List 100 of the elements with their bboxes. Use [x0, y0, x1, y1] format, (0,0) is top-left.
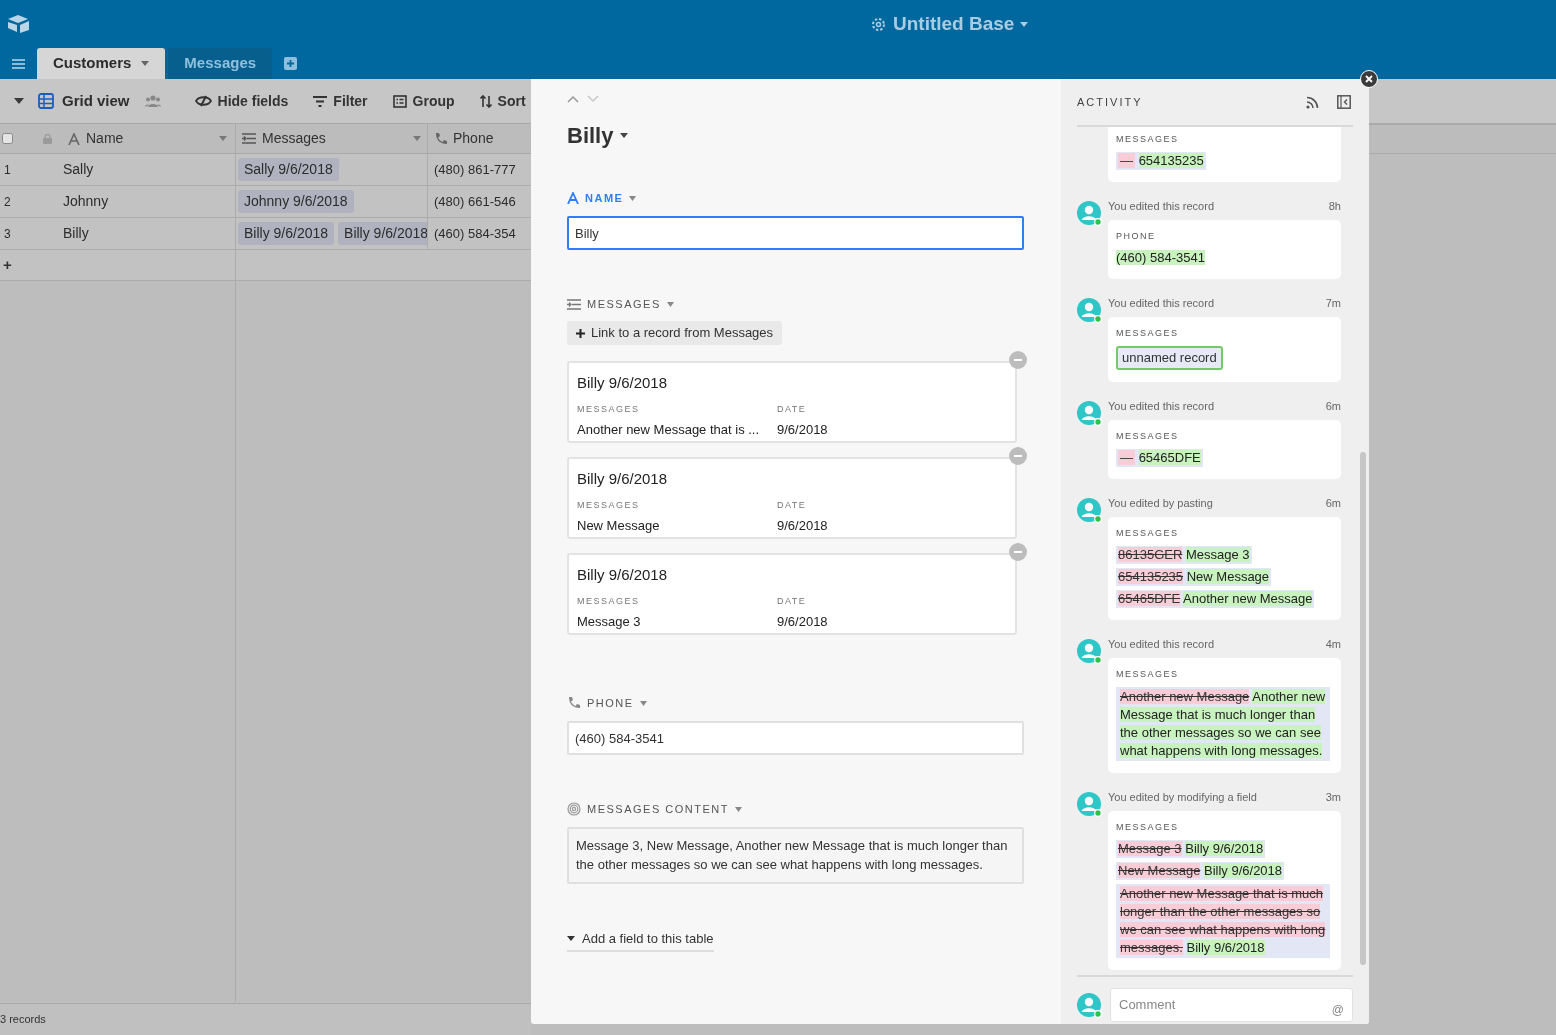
card-field-value: Message 3 [577, 613, 642, 631]
sort-icon [479, 94, 492, 108]
plus-icon [576, 328, 585, 338]
logo-icon [7, 14, 31, 34]
card-field-label: MESSAGES [577, 402, 641, 416]
filter-icon [313, 95, 328, 107]
spiral-icon [567, 802, 581, 816]
card-field-label: MESSAGES [577, 594, 641, 608]
phone-field[interactable]: (460) 584-3541 [567, 721, 1024, 755]
linked-record-card[interactable]: Billy 9/6/2018 MESSAGES Message 3 DATE 9/6/2018 [567, 553, 1017, 635]
activity-summary: You edited this record [1108, 198, 1214, 214]
row-number: 2 [3, 193, 12, 211]
table-cell-text: Billy [63, 224, 89, 243]
add-field-link[interactable]: Add a field to this table [567, 928, 714, 953]
feed-icon[interactable] [1306, 95, 1319, 109]
caret-icon[interactable] [14, 98, 24, 104]
card-field-value: New Message [577, 517, 661, 535]
collapse-panel-icon[interactable] [1337, 95, 1351, 109]
phone-icon [567, 696, 581, 710]
row-number: 1 [3, 161, 12, 179]
card-field-label: DATE [777, 402, 808, 416]
add-table-icon[interactable] [284, 57, 298, 70]
table-tab[interactable]: Customers [37, 48, 166, 79]
column-header[interactable]: Messages [236, 124, 428, 153]
checkbox[interactable] [2, 133, 13, 144]
change-field-label: PHONE [1116, 230, 1156, 243]
record-count: 3 records [0, 1012, 46, 1028]
column-header[interactable]: Name [0, 124, 236, 153]
minus-icon [1014, 455, 1022, 457]
grid-icon [38, 93, 54, 109]
panel-title: ACTIVITY [1077, 94, 1143, 110]
avatar-icon [1077, 992, 1102, 1018]
group-button[interactable]: Group [392, 90, 455, 112]
caret-icon [413, 136, 421, 141]
linked-record-chip[interactable]: Sally 9/6/2018 [238, 158, 339, 181]
gear-icon [870, 15, 887, 33]
linked-record-card[interactable]: Billy 9/6/2018 MESSAGES Another new Message that is ... DATE 9/6/2018 [567, 361, 1017, 443]
avatar-icon [1077, 497, 1102, 523]
field-label[interactable]: MESSAGES [567, 296, 1025, 312]
remove-button[interactable] [1009, 447, 1027, 465]
caret-icon [567, 936, 575, 941]
remove-button[interactable] [1009, 351, 1027, 369]
timestamp: 4m [1325, 636, 1341, 652]
add-row-button[interactable]: + [3, 253, 12, 277]
change-field-label: MESSAGES [1116, 668, 1179, 681]
table-tab[interactable]: Messages [168, 48, 273, 79]
lock-icon [43, 133, 52, 144]
timestamp: 6m [1325, 398, 1341, 414]
card-field-value: Another new Message that is ... [577, 421, 761, 439]
phone-icon [434, 132, 447, 145]
timestamp: 3m [1325, 789, 1341, 805]
activity-summary: You edited this record [1108, 398, 1214, 414]
sort-button[interactable]: Sort [479, 90, 526, 112]
table-cell-text: Johnny [63, 192, 109, 211]
timestamp: 6m [1325, 495, 1341, 511]
table-cell-text: (480) 661-546 [433, 192, 517, 211]
field-label[interactable]: PHONE [567, 695, 1025, 711]
link-field-icon [567, 298, 581, 310]
remove-button[interactable] [1009, 543, 1027, 561]
comment-field[interactable]: Comment @ [1110, 988, 1353, 1022]
linked-record-chip[interactable]: Billy 9/6/2018 [338, 222, 427, 245]
table-cell-text: (460) 584-354 [433, 224, 517, 243]
base-title[interactable]: Untitled Base [870, 9, 1029, 39]
link-field-icon [242, 133, 256, 144]
avatar-icon [1077, 400, 1102, 426]
timestamp: 7m [1325, 295, 1341, 311]
caret-icon [629, 195, 637, 201]
up-icon[interactable] [567, 95, 579, 103]
card-field-label: MESSAGES [577, 498, 641, 512]
scrollbar[interactable] [1360, 452, 1366, 965]
field-label[interactable]: NAME [567, 190, 1025, 206]
linked-record-card[interactable]: Billy 9/6/2018 MESSAGES New Message DATE 9/6/2018 [567, 457, 1017, 539]
change-field-label: MESSAGES [1116, 527, 1179, 540]
caret-icon [666, 301, 674, 307]
column-header[interactable]: Phone [428, 124, 531, 153]
minus-icon [1014, 551, 1022, 553]
grid-view-button[interactable]: Grid view [38, 89, 130, 113]
menu-icon[interactable] [12, 59, 25, 69]
table-cell-text: Sally [63, 160, 94, 179]
down-icon[interactable] [587, 95, 599, 103]
card-field-label: DATE [777, 498, 808, 512]
caret-icon [219, 136, 227, 141]
change-field-label: MESSAGES [1116, 821, 1179, 834]
record-title[interactable]: Billy [567, 119, 614, 152]
name-field[interactable]: Billy [567, 216, 1024, 250]
people-icon[interactable] [144, 95, 161, 107]
caret-icon[interactable] [620, 133, 629, 138]
activity-summary: You edited this record [1108, 636, 1214, 652]
linked-record-chip[interactable]: Johnny 9/6/2018 [238, 190, 354, 213]
link-record-button[interactable]: Link to a record from Messages [567, 321, 783, 345]
filter-button[interactable]: Filter [313, 90, 368, 112]
hide-fields-button[interactable]: Hide fields [194, 90, 289, 112]
activity-summary: You edited this record [1108, 295, 1214, 311]
change-field-label: MESSAGES [1116, 430, 1179, 443]
card-title: Billy 9/6/2018 [577, 373, 669, 393]
minus-icon [1014, 359, 1022, 361]
card-field-value: 9/6/2018 [777, 517, 828, 535]
linked-record-chip[interactable]: Billy 9/6/2018 [238, 222, 335, 245]
field-label[interactable]: MESSAGES CONTENT [567, 801, 1025, 817]
table-cell-text: (480) 861-777 [433, 160, 517, 179]
